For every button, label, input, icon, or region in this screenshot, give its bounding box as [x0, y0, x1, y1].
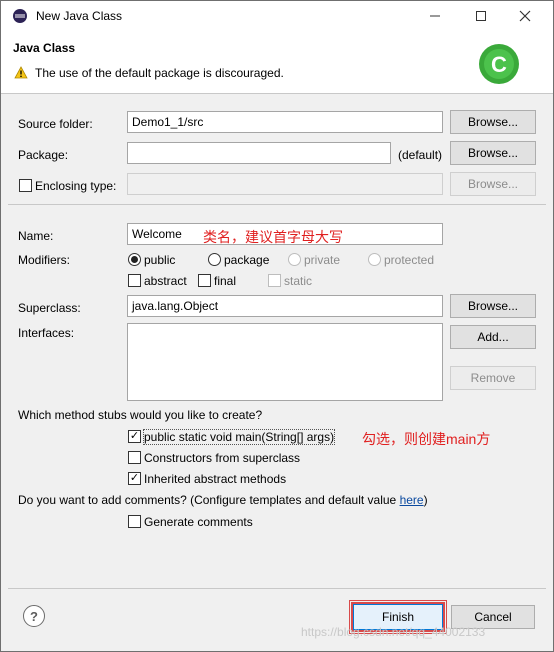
interfaces-add-button[interactable]: Add...: [450, 325, 536, 349]
comments-question: Do you want to add comments? (Configure …: [18, 493, 428, 507]
private-label: private: [304, 253, 341, 267]
minimize-button[interactable]: [413, 1, 457, 31]
warning-icon: [14, 66, 28, 79]
modifiers-label: Modifiers:: [18, 253, 71, 267]
name-label: Name:: [18, 229, 54, 243]
close-button[interactable]: [503, 1, 547, 31]
abstract-checkbox[interactable]: [128, 274, 141, 287]
public-label: public: [144, 253, 176, 267]
interfaces-list[interactable]: [127, 323, 443, 401]
enclosing-type-label: Enclosing type:: [35, 179, 117, 193]
interfaces-remove-button: Remove: [450, 366, 536, 390]
eclipse-icon: [13, 9, 27, 23]
static-label: static: [284, 274, 313, 288]
maximize-icon: [476, 11, 486, 21]
comments-question-end: ): [423, 493, 428, 507]
source-folder-label: Source folder:: [18, 117, 93, 131]
package-browse-button[interactable]: Browse...: [450, 141, 536, 165]
final-checkbox[interactable]: [198, 274, 211, 287]
package-label: Package:: [18, 148, 69, 162]
source-folder-browse-button[interactable]: Browse...: [450, 110, 536, 134]
configure-templates-link[interactable]: here: [400, 493, 424, 507]
main-method-checkbox[interactable]: ✓: [128, 430, 141, 443]
package-default-label: (default): [398, 148, 443, 162]
protected-label: protected: [384, 253, 435, 267]
main-method-label: public static void main(String[] args): [142, 429, 336, 445]
enclosing-type-input: [127, 173, 443, 195]
wizard-title: Java Class: [13, 41, 76, 55]
enclosing-type-browse-button: Browse...: [450, 172, 536, 196]
window-title: New Java Class: [36, 9, 123, 23]
package-input[interactable]: [127, 142, 391, 164]
name-annotation: 类名，建议首字母大写: [203, 229, 343, 245]
inherited-methods-checkbox[interactable]: ✓: [128, 472, 141, 485]
source-folder-input[interactable]: Demo1_1/src: [127, 111, 443, 133]
enclosing-type-checkbox[interactable]: [19, 179, 32, 192]
package-modifier-label: package: [224, 253, 270, 267]
generate-comments-checkbox[interactable]: [128, 515, 141, 528]
eclipse-class-icon: C: [479, 44, 519, 84]
stubs-question: Which method stubs would you like to cre…: [18, 408, 263, 422]
constructors-label: Constructors from superclass: [144, 451, 301, 465]
wizard-message: The use of the default package is discou…: [35, 66, 284, 80]
public-radio[interactable]: [128, 253, 141, 266]
protected-radio: [368, 253, 381, 266]
interfaces-label: Interfaces:: [18, 326, 75, 340]
final-label: final: [214, 274, 237, 288]
new-java-class-dialog: New Java Class Java Class The use of the…: [0, 0, 554, 652]
main-annotation: 勾选，则创建main方: [362, 431, 491, 447]
wizard-banner: Java Class The use of the default packag…: [1, 31, 553, 94]
package-radio[interactable]: [208, 253, 221, 266]
superclass-label: Superclass:: [18, 301, 81, 315]
static-checkbox: [268, 274, 281, 287]
superclass-browse-button[interactable]: Browse...: [450, 294, 536, 318]
logo-letter: C: [491, 52, 507, 77]
help-icon[interactable]: ?: [23, 605, 45, 627]
maximize-button[interactable]: [459, 1, 503, 31]
comments-question-text: Do you want to add comments? (Configure …: [18, 493, 400, 507]
watermark: https://blog.csdn.net/qq_44002133: [301, 625, 486, 639]
constructors-checkbox[interactable]: [128, 451, 141, 464]
abstract-label: abstract: [144, 274, 187, 288]
private-radio: [288, 253, 301, 266]
title-bar: New Java Class: [1, 1, 553, 31]
generate-comments-label: Generate comments: [144, 515, 253, 529]
close-icon: [519, 10, 531, 22]
minimize-icon: [430, 15, 440, 17]
superclass-input[interactable]: java.lang.Object: [127, 295, 443, 317]
footer-separator: [8, 588, 546, 589]
separator: [8, 204, 546, 205]
inherited-methods-label: Inherited abstract methods: [144, 472, 287, 486]
